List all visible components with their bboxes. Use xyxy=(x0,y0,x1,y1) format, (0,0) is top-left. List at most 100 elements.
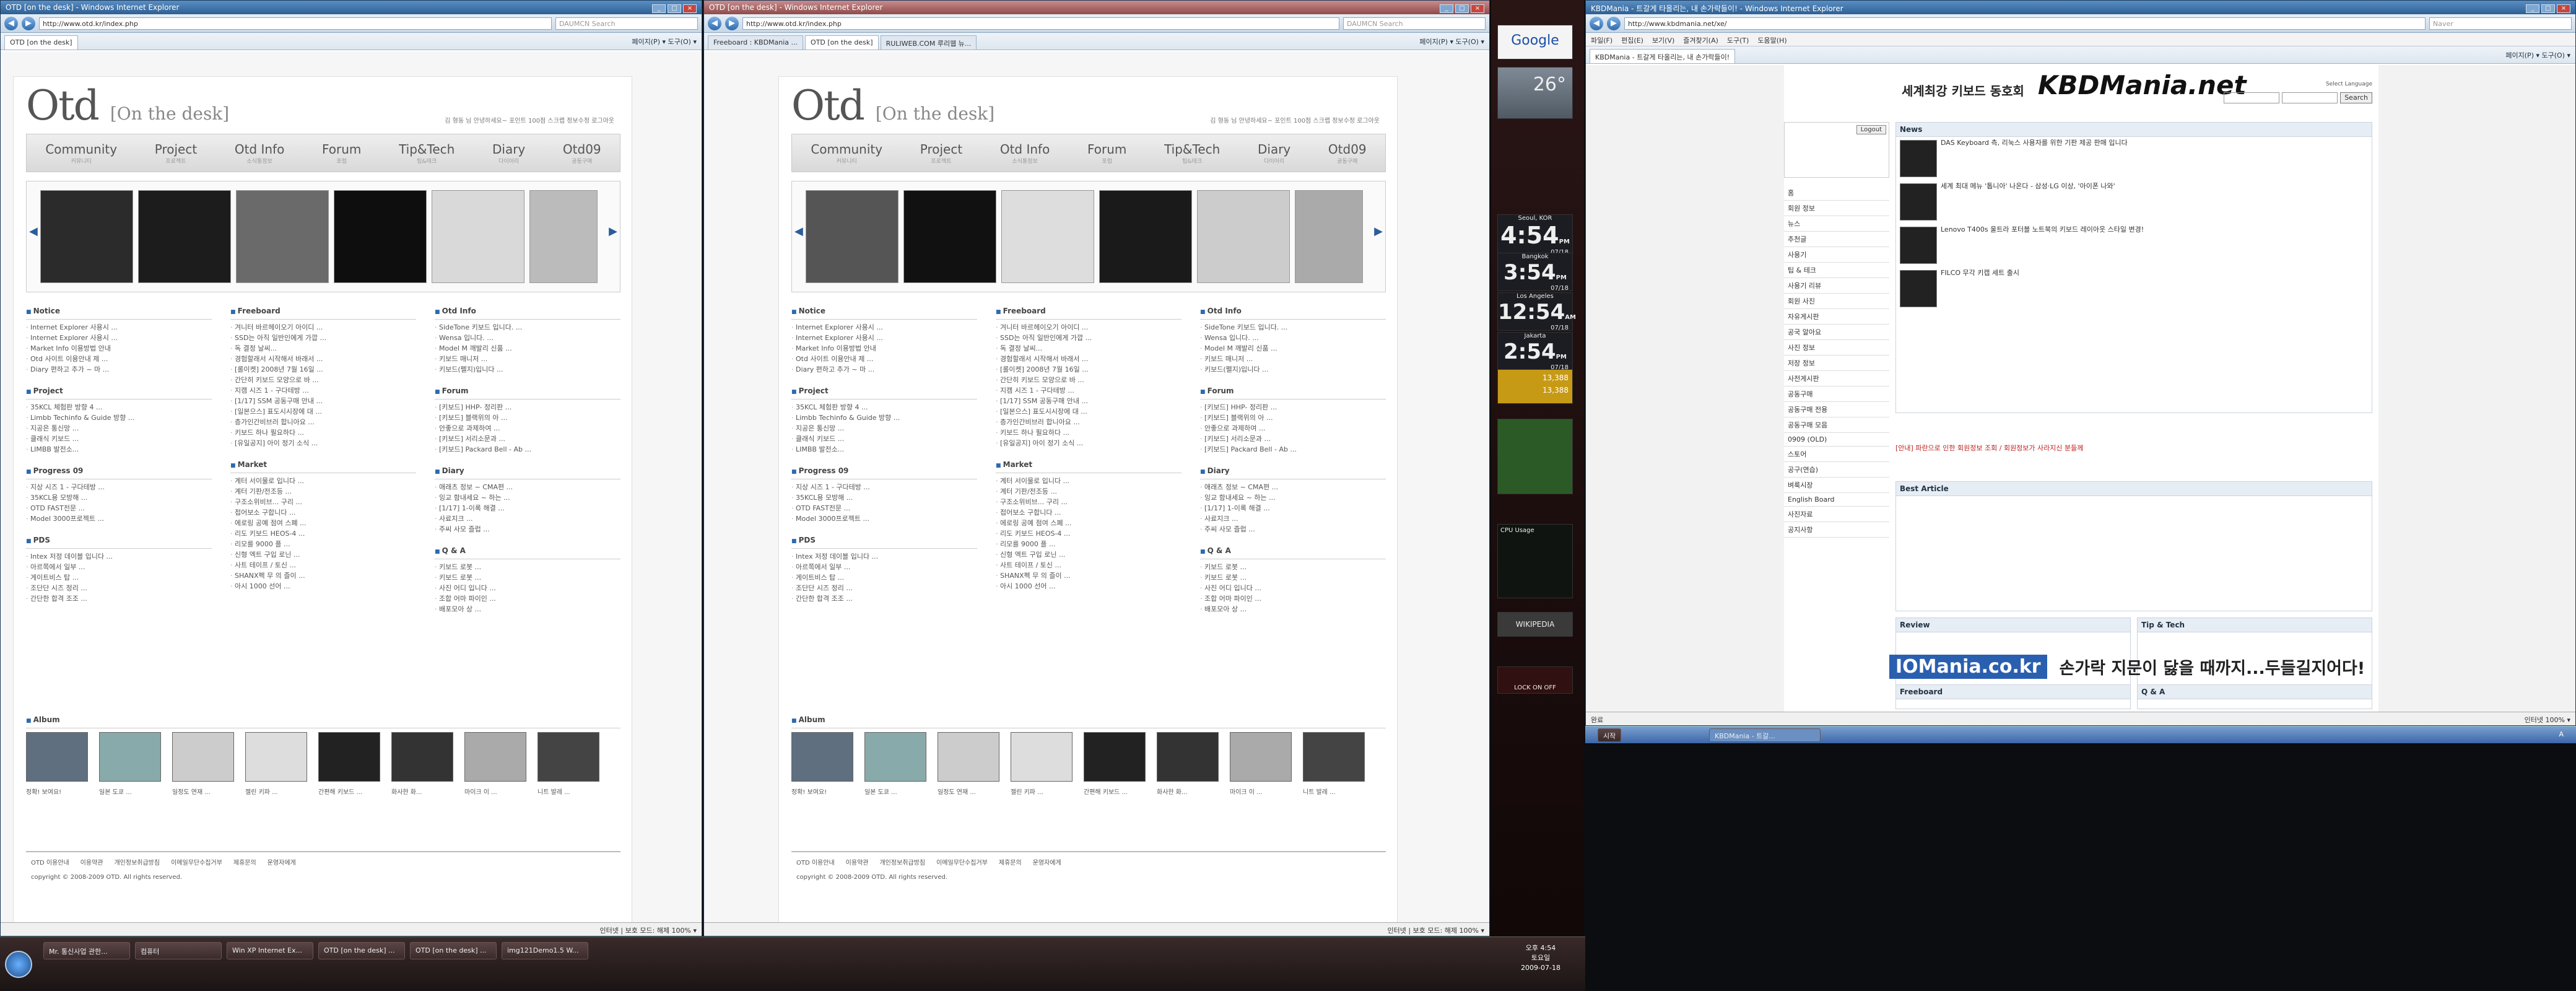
list-item[interactable]: 층가인간비브러 합니아요 ... xyxy=(996,417,1181,427)
tab-kbdmania[interactable]: KBDMania - 트갈게 타올리는, 내 손가락들이! xyxy=(1590,49,1736,63)
close-button[interactable]: × xyxy=(1471,4,1484,13)
list-item[interactable]: Diary 편하고 추가 ~ 마 ... xyxy=(26,364,212,375)
list-item[interactable]: 사트 테이프 / 토신 ... xyxy=(996,560,1181,570)
footer-link[interactable]: 개인정보취급방침 xyxy=(114,857,160,867)
list-item[interactable]: [키보드] 블랙위의 아 ... xyxy=(1200,413,1386,423)
list-item[interactable]: 리도 키보드 HEOS-4 ... xyxy=(996,528,1181,539)
tab-otd[interactable]: OTD [on the desk] xyxy=(4,35,78,50)
list-item[interactable]: Limbb Techinfo & Guide 방향 ... xyxy=(26,413,212,423)
gallery-photo[interactable] xyxy=(138,190,231,283)
list-item[interactable]: Intex 저정 데이블 입니다 ... xyxy=(26,551,212,562)
tab-otd[interactable]: OTD [on the desk] xyxy=(805,35,879,50)
address-input[interactable]: http://www.otd.kr/index.php xyxy=(39,17,552,30)
album-thumb[interactable] xyxy=(938,732,999,782)
list-item[interactable]: 키보드 로봇 ... xyxy=(435,572,620,583)
sidebar-item[interactable]: 스토어 xyxy=(1784,447,1889,462)
close-button[interactable]: × xyxy=(683,4,697,13)
list-item[interactable]: [1/17] 1-이록 해결 ... xyxy=(1200,503,1386,513)
list-item[interactable]: 35KCL 체험판 방향 4 ... xyxy=(26,402,212,413)
album-thumb[interactable] xyxy=(1011,732,1073,782)
sidebar-item[interactable]: 공지사항 xyxy=(1784,522,1889,538)
list-item[interactable]: [롤이켓] 2008년 7월 16일 ... xyxy=(230,364,416,375)
gallery-photo[interactable] xyxy=(903,190,996,283)
toolbar-commands[interactable]: 페이지(P) ▾ 도구(O) ▾ xyxy=(2505,50,2570,60)
logout-button[interactable]: Logout xyxy=(1856,125,1886,134)
album-thumb[interactable] xyxy=(99,732,161,782)
album-thumb[interactable] xyxy=(1230,732,1292,782)
list-item[interactable]: 지공은 통신망 ... xyxy=(26,423,212,434)
list-item[interactable]: 구조소위비브... 구리 ... xyxy=(996,497,1181,507)
list-item[interactable]: LIMBB 발전소... xyxy=(26,444,212,455)
album-thumb[interactable] xyxy=(864,732,926,782)
album-caption[interactable]: 간편해 키보드 ... xyxy=(1084,787,1157,796)
list-item[interactable]: 계터 서이물로 입니다 ... xyxy=(996,476,1181,486)
list-item[interactable]: 지캠 시즈 1 - 구다테방 ... xyxy=(230,385,416,396)
album-caption[interactable]: 간편해 키보드 ... xyxy=(318,787,391,796)
list-item[interactable]: 에로링 공예 점여 스폐 ... xyxy=(996,518,1181,528)
back-button[interactable]: ◀ xyxy=(708,16,721,30)
nav-diary[interactable]: Diary 다이어리 xyxy=(492,142,525,165)
album-thumb[interactable] xyxy=(1084,732,1146,782)
nav-project[interactable]: Project 프로젝트 xyxy=(920,142,962,165)
otd-top-links[interactable]: 김 형동 님 안녕하세요~ 포인트 100점 스크랩 정보수정 로그아웃 xyxy=(1210,115,1380,124)
forward-button[interactable]: ▶ xyxy=(22,16,35,30)
cpu-gadget[interactable]: CPU Usage xyxy=(1497,524,1573,598)
search-input[interactable]: DAUMCN Search xyxy=(1343,17,1486,30)
list-item[interactable]: 클래식 키보드 ... xyxy=(791,434,977,444)
sidebar-item[interactable]: English Board xyxy=(1784,493,1889,507)
tab-freeboard[interactable]: Freeboard : KBDMania ... xyxy=(708,35,804,50)
news-thumbnail[interactable] xyxy=(1900,140,1937,177)
list-item[interactable]: Intex 저정 데이블 입니다 ... xyxy=(791,551,977,562)
taskbar-button[interactable]: img121Demo1.5 W... xyxy=(502,942,588,959)
list-item[interactable]: Wensa 입니다. ... xyxy=(1200,333,1386,343)
list-item[interactable]: 키보드 하나 필요하다 ... xyxy=(230,427,416,438)
list-item[interactable]: 경험할래서 시작해서 바래서 ... xyxy=(230,354,416,364)
list-item[interactable]: Model 3000프로젝트 ... xyxy=(26,513,212,524)
album-thumb[interactable] xyxy=(464,732,526,782)
list-item[interactable]: Diary 편하고 추가 ~ 마 ... xyxy=(791,364,977,375)
list-item[interactable]: 35KCL용 모방해 ... xyxy=(26,492,212,503)
list-item[interactable]: 리도 키보드 HEOS-4 ... xyxy=(230,528,416,539)
nav-otd-info[interactable]: Otd Info 소식통정보 xyxy=(1000,142,1050,165)
sidebar-item[interactable]: 공구(연습) xyxy=(1784,462,1889,478)
list-item[interactable]: Market Info 이용방법 안내 xyxy=(26,343,212,354)
menu-edit[interactable]: 편집(E) xyxy=(1621,35,1643,45)
list-item[interactable]: 계터 서이물로 입니다 ... xyxy=(230,476,416,486)
news-item[interactable]: FILCO 무각 키캡 세트 출시 xyxy=(1896,267,2372,310)
list-item[interactable]: 계터 기판/전조등 ... xyxy=(230,486,416,497)
sidebar-item[interactable]: 자유게시판 xyxy=(1784,309,1889,325)
clock-gadget[interactable]: Los Angeles 12:54AM 07/18 xyxy=(1497,292,1576,331)
taskbar-button[interactable]: OTD [on the desk] ... xyxy=(318,942,405,959)
list-item[interactable]: Internet Explorer 사용시 ... xyxy=(26,333,212,343)
gallery-photo[interactable] xyxy=(334,190,427,283)
news-thumbnail[interactable] xyxy=(1900,270,1937,307)
search-button[interactable]: Search xyxy=(2340,92,2372,103)
sidebar-item[interactable]: 저장 정보 xyxy=(1784,356,1889,371)
zone-status[interactable]: 인터넷 | 보호 모드: 해제 100% ▾ xyxy=(1388,925,1484,935)
address-input[interactable]: http://www.kbdmania.net/xe/ xyxy=(1624,17,2426,30)
list-item[interactable]: 키보드 로봇 ... xyxy=(1200,562,1386,572)
list-item[interactable]: Model 3000프로젝트 ... xyxy=(791,513,977,524)
search-input[interactable]: Naver xyxy=(2429,17,2572,30)
album-caption[interactable]: 화사한 화... xyxy=(1157,787,1230,796)
list-item[interactable]: Otd 사이트 이용안내 제 ... xyxy=(26,354,212,364)
list-item[interactable]: 주씨 사모 즐럽 ... xyxy=(1200,524,1386,535)
list-item[interactable]: [롤이켓] 2008년 7월 16일 ... xyxy=(996,364,1181,375)
list-item[interactable]: 잉교 함내세요 ~ 하는 ... xyxy=(435,492,620,503)
back-button[interactable]: ◀ xyxy=(4,16,18,30)
list-item[interactable]: 접어보소 구합니다 ... xyxy=(996,507,1181,518)
list-item[interactable]: 지캠 시즈 1 - 구다테방 ... xyxy=(996,385,1181,396)
list-item[interactable]: 독 결정 날씨... xyxy=(230,343,416,354)
gallery-photo[interactable] xyxy=(529,190,598,283)
list-item[interactable]: 독 결정 날씨... xyxy=(996,343,1181,354)
list-item[interactable]: 리모를 9000 플 ... xyxy=(996,539,1181,549)
search-input[interactable] xyxy=(2282,92,2338,103)
footer-link[interactable]: 이용약관 xyxy=(80,857,103,867)
taskbar-button[interactable]: Win XP Internet Ex... xyxy=(227,942,313,959)
iomania-banner[interactable]: IOMania.co.kr 손가락 지문이 닳을 때까지...두들길지어다! xyxy=(1889,652,2378,681)
sidebar-item[interactable]: 사용기 리뷰 xyxy=(1784,278,1889,294)
list-item[interactable]: 키보드 매니저 ... xyxy=(435,354,620,364)
start-orb-icon[interactable] xyxy=(5,951,32,978)
list-item[interactable]: [키보드] HHP- 정리판 ... xyxy=(1200,402,1386,413)
list-item[interactable]: Wensa 입니다. ... xyxy=(435,333,620,343)
